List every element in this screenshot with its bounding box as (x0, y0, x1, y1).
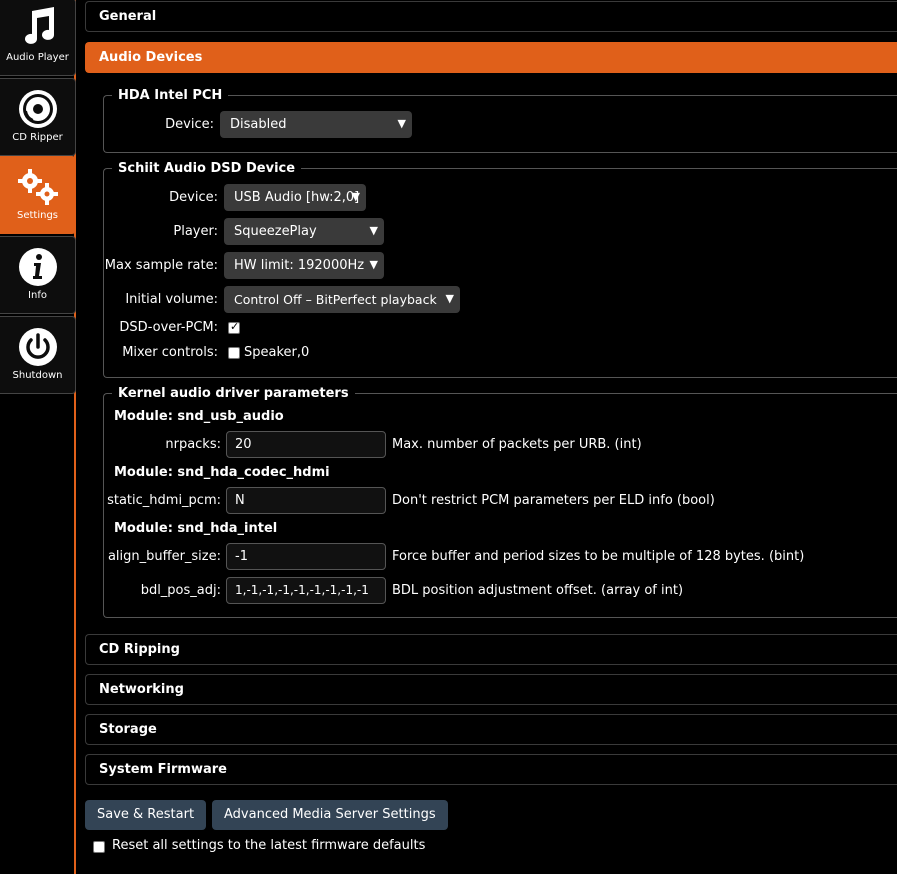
info-icon (19, 248, 57, 286)
schiit-legend: Schiit Audio DSD Device (118, 161, 296, 176)
bdl-pos-adj-hint: BDL position adjustment offset. (array o… (392, 583, 684, 598)
advanced-media-server-button[interactable]: Advanced Media Server Settings (212, 800, 448, 830)
sidebar-item-info[interactable]: Info (0, 236, 76, 314)
bdl-pos-adj-input[interactable]: 1,-1,-1,-1,-1,-1,-1,-1,-1 (226, 577, 386, 604)
panel-cd-ripping[interactable]: CD Ripping (85, 634, 897, 665)
sidebar-item-audio-player[interactable]: Audio Player (0, 0, 76, 76)
panel-audio-devices[interactable]: Audio Devices (85, 42, 897, 73)
static-hdmi-pcm-label: static_hdmi_pcm: (107, 493, 221, 508)
sidebar-item-label: Settings (16, 210, 58, 221)
player-select[interactable]: SqueezePlay ▼ (224, 218, 384, 245)
player-label: Player: (173, 224, 218, 239)
chevron-down-icon: ▼ (351, 190, 360, 203)
hda-device-select[interactable]: Disabled ▼ (220, 111, 412, 138)
chevron-down-icon: ▼ (397, 117, 406, 130)
align-buffer-size-hint: Force buffer and period sizes to be mult… (392, 549, 805, 564)
gears-icon (18, 169, 58, 205)
initial-volume-value: Control Off – BitPerfect playback (234, 292, 437, 307)
disc-icon (19, 90, 57, 128)
hda-legend: HDA Intel PCH (118, 88, 223, 103)
reset-defaults-label: Reset all settings to the latest firmwar… (112, 838, 426, 853)
align-buffer-size-input[interactable]: -1 (226, 543, 386, 570)
sample-rate-select[interactable]: HW limit: 192000Hz ▼ (224, 252, 384, 279)
mixer-controls-label: Mixer controls: (122, 345, 218, 360)
nrpacks-input[interactable]: 20 (226, 431, 386, 458)
schiit-device-value: USB Audio [hw:2,0] (234, 190, 360, 205)
static-hdmi-pcm-input[interactable]: N (226, 487, 386, 514)
schiit-device-select[interactable]: USB Audio [hw:2,0] ▼ (224, 184, 366, 211)
chevron-down-icon: ▼ (445, 292, 454, 305)
reset-defaults-checkbox[interactable] (93, 841, 105, 853)
mixer-speaker-checkbox[interactable] (228, 347, 240, 359)
panel-storage[interactable]: Storage (85, 714, 897, 745)
panel-system-firmware[interactable]: System Firmware (85, 754, 897, 785)
dsd-over-pcm-checkbox[interactable] (228, 320, 240, 334)
chevron-down-icon: ▼ (369, 258, 378, 271)
schiit-device-label: Device: (169, 190, 218, 205)
dsd-over-pcm-label: DSD-over-PCM: (119, 320, 218, 335)
bdl-pos-adj-label: bdl_pos_adj: (140, 583, 221, 598)
nrpacks-hint: Max. number of packets per URB. (int) (392, 437, 642, 452)
sidebar-item-settings[interactable]: Settings (0, 156, 76, 234)
sidebar-item-cd-ripper[interactable]: CD Ripper (0, 78, 76, 156)
panel-networking[interactable]: Networking (85, 674, 897, 705)
schiit-device-group: Schiit Audio DSD Device (103, 161, 897, 378)
mixer-speaker-label: Speaker,0 (244, 345, 310, 360)
hda-device-value: Disabled (230, 117, 287, 132)
align-buffer-size-label: align_buffer_size: (107, 549, 221, 564)
module-title-snd-hda-intel: Module: snd_hda_intel (114, 521, 278, 536)
sidebar-item-label: Audio Player (6, 52, 69, 63)
module-title-snd-hda-codec-hdmi: Module: snd_hda_codec_hdmi (114, 465, 330, 480)
sidebar-item-label: CD Ripper (12, 132, 63, 143)
initial-volume-label: Initial volume: (125, 292, 218, 307)
save-restart-button[interactable]: Save & Restart (85, 800, 207, 830)
module-title-snd-usb-audio: Module: snd_usb_audio (114, 409, 284, 424)
chevron-down-icon: ▼ (369, 224, 378, 237)
hda-device-label: Device: (165, 117, 214, 132)
music-note-icon (25, 7, 54, 44)
nrpacks-label: nrpacks: (165, 437, 221, 452)
static-hdmi-pcm-hint: Don't restrict PCM parameters per ELD in… (392, 493, 715, 508)
sidebar-item-label: Shutdown (12, 370, 63, 381)
sidebar-item-label: Info (28, 290, 47, 301)
sample-rate-value: HW limit: 192000Hz (234, 258, 365, 273)
kernel-legend: Kernel audio driver parameters (118, 386, 349, 401)
sidebar: Audio Player CD Ripper Settings Info Shu… (0, 0, 76, 874)
panel-general[interactable]: General (85, 1, 897, 32)
initial-volume-select[interactable]: Control Off – BitPerfect playback ▼ (224, 286, 460, 313)
sample-rate-label: Max sample rate: (104, 258, 218, 273)
sidebar-item-shutdown[interactable]: Shutdown (0, 316, 76, 394)
power-icon (19, 328, 57, 366)
player-value: SqueezePlay (234, 224, 317, 239)
